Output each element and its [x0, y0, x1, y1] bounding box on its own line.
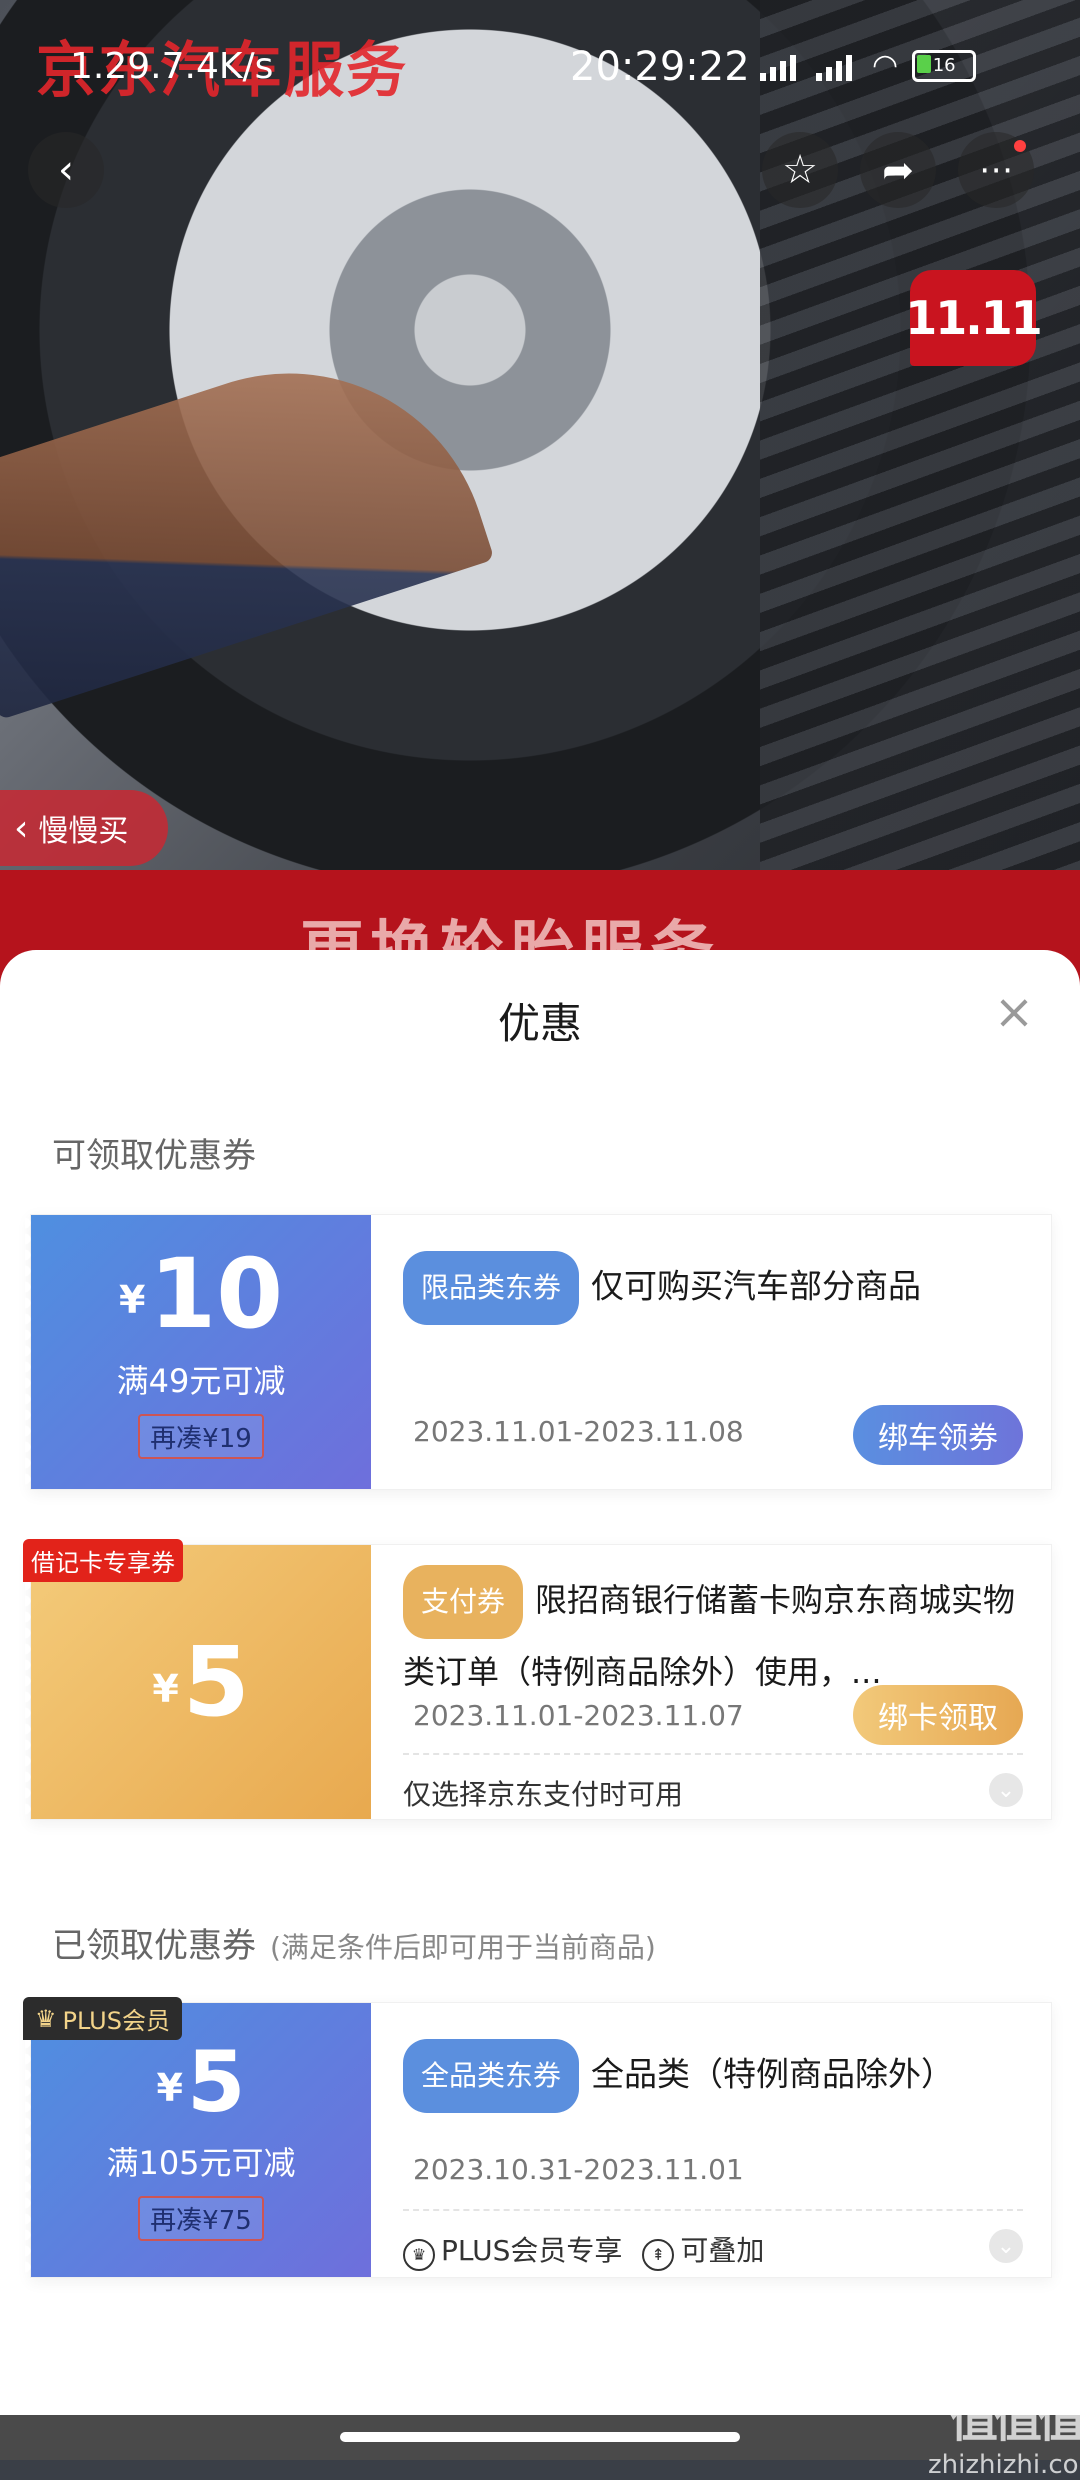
crown-icon: ♛ [403, 2238, 435, 2271]
currency-symbol: ¥ [156, 2065, 183, 2110]
plus-only-label: PLUS会员专享 [441, 2234, 623, 2267]
received-section-title: 已领取优惠券 (满足条件后即可用于当前商品) [52, 1918, 656, 1967]
expand-button[interactable]: ⌄ [989, 2229, 1023, 2263]
coupon-card: ¥10 满49元可减 再凑¥19 限品类东券 仅可购买汽车部分商品 2023.11… [25, 1214, 1052, 1490]
coupon-description: 支付券 限招商银行储蓄卡购京东商城实物类订单（特例商品除外）使用，... [403, 1565, 1023, 1705]
divider [403, 2209, 1023, 2211]
available-section-label: 可领取优惠券 [52, 1136, 256, 1176]
coupon-amount-panel: ¥5 [25, 1545, 371, 1819]
coupon-footer-text: 仅选择京东支付时可用 [403, 1778, 684, 1811]
mechanic-arm [0, 321, 495, 720]
coupon-type-tag: 限品类东券 [403, 1251, 580, 1325]
status-icons: ◠ 16 [760, 48, 977, 83]
plus-member-tag: ♛ PLUS会员 [23, 1997, 182, 2040]
coupon-card: ¥5 借记卡专享券 支付券 限招商银行储蓄卡购京东商城实物类订单（特例商品除外）使… [23, 1539, 1052, 1820]
wifi-icon: ◠ [872, 48, 899, 83]
stackable-label: 可叠加 [680, 2234, 765, 2267]
coupon-amount-panel: ¥5 满105元可减 再凑¥75 [25, 2003, 371, 2277]
coupon-sheet: 优惠 × 可领取优惠券 ¥10 满49元可减 再凑¥19 限品类东券 仅可购买汽车… [0, 950, 1080, 2460]
signal-icon [760, 51, 802, 81]
chevron-down-icon: ⌄ [996, 1777, 1016, 1803]
coupon-card: ¥5 满105元可减 再凑¥75 ♛ PLUS会员 全品类东券 全品类（特例商品除外… [23, 1997, 1052, 2278]
chevron-down-icon: ⌄ [996, 2233, 1016, 2259]
coupon-amount: ¥10 [119, 1246, 283, 1342]
more-button[interactable]: ⋯ [958, 132, 1034, 208]
crown-icon: ♛ [35, 2004, 57, 2033]
more-dots-icon: ⋯ [979, 150, 1013, 190]
back-button[interactable]: ‹ [28, 132, 104, 208]
coupon-type-tag: 支付券 [403, 1565, 524, 1639]
coupon-date: 2023.11.01-2023.11.07 [413, 1699, 744, 1732]
chevron-left-icon: ‹ [14, 807, 29, 849]
home-indicator[interactable] [340, 2432, 740, 2442]
share-icon: ➦ [882, 148, 914, 192]
site-watermark-logo: 值值值 [949, 2392, 1080, 2448]
coupon-amount-panel: ¥10 满49元可减 再凑¥19 [25, 1215, 371, 1489]
stack-icon: ⇞ [642, 2238, 675, 2271]
debit-card-tag: 借记卡专享券 [23, 1539, 183, 1582]
coupon-detail: 支付券 限招商银行储蓄卡购京东商城实物类订单（特例商品除外）使用，... 2023… [403, 1545, 1023, 1819]
signal-icon-2 [816, 51, 858, 81]
coupon-amount-value: 10 [149, 1237, 284, 1350]
received-section-label: 已领取优惠券 [52, 1926, 256, 1966]
coupon-description: 全品类东券 全品类（特例商品除外） [403, 2039, 1023, 2113]
coupon-condition: 满49元可减 [116, 1361, 286, 1400]
coupon-description-text: 仅可购买汽车部分商品 [591, 1266, 922, 1306]
slow-buy-label: 慢慢买 [38, 814, 129, 849]
coupon-description-text: 全品类（特例商品除外） [591, 2054, 955, 2094]
received-section-note: (满足条件后即可用于当前商品) [270, 1931, 656, 1964]
coupon-detail: 全品类东券 全品类（特例商品除外） 2023.10.31-2023.11.01 ♛… [403, 2003, 1023, 2277]
plus-member-label: PLUS会员 [62, 2007, 170, 2035]
battery-level: 16 [932, 55, 956, 76]
site-watermark: 值值值 zhizhizhi.com [928, 2380, 1080, 2480]
coupon-date: 2023.10.31-2023.11.01 [413, 2153, 744, 2186]
notification-dot [1014, 140, 1026, 152]
slow-buy-button[interactable]: ‹ 慢慢买 [0, 790, 168, 866]
bind-car-claim-button[interactable]: 绑车领券 [853, 1405, 1023, 1465]
share-button[interactable]: ➦ [860, 132, 936, 208]
bind-card-claim-button[interactable]: 绑卡领取 [853, 1685, 1023, 1745]
close-icon: × [993, 984, 1035, 1040]
tire-tread [760, 0, 1080, 870]
coupon-type-tag: 全品类东券 [403, 2039, 580, 2113]
coupon-amount: ¥5 [152, 1634, 249, 1730]
close-button[interactable]: × [992, 988, 1036, 1036]
status-clock: 20:29:22 [570, 44, 750, 90]
network-speed: 1.29.7.4K/s [70, 46, 274, 87]
sheet-title: 优惠 [497, 999, 582, 1048]
stackable-item: ⇞ 可叠加 [642, 2229, 764, 2271]
battery-icon: 16 [912, 49, 977, 82]
coupon-amount: ¥5 [157, 2040, 246, 2124]
coupon-condition: 满105元可减 [106, 2143, 296, 2182]
expand-button[interactable]: ⌄ [989, 1773, 1023, 1807]
coupon-footer: ♛ PLUS会员专享 ⇞ 可叠加 [403, 2229, 764, 2271]
plus-only-item: ♛ PLUS会员专享 [403, 2229, 622, 2271]
double-eleven-badge: 11.11 [905, 270, 1043, 366]
currency-symbol: ¥ [152, 1666, 179, 1711]
favorite-button[interactable]: ☆ [762, 132, 838, 208]
topup-chip[interactable]: 再凑¥19 [138, 1413, 264, 1459]
coupon-detail: 限品类东券 仅可购买汽车部分商品 2023.11.01-2023.11.08 绑车… [403, 1215, 1023, 1489]
divider [403, 1753, 1023, 1755]
site-watermark-domain: zhizhizhi.com [928, 2450, 1080, 2480]
chevron-left-icon: ‹ [58, 147, 74, 193]
coupon-footer: 仅选择京东支付时可用 [403, 1773, 683, 1813]
coupon-date: 2023.11.01-2023.11.08 [413, 1415, 744, 1448]
currency-symbol: ¥ [118, 1278, 146, 1323]
coupon-description: 限品类东券 仅可购买汽车部分商品 [403, 1251, 1023, 1325]
coupon-amount-value: 5 [182, 1626, 250, 1738]
available-section-title: 可领取优惠券 [52, 1128, 256, 1177]
star-icon: ☆ [782, 147, 818, 193]
topup-chip[interactable]: 再凑¥75 [138, 2195, 264, 2241]
coupon-amount-value: 5 [187, 2032, 246, 2131]
